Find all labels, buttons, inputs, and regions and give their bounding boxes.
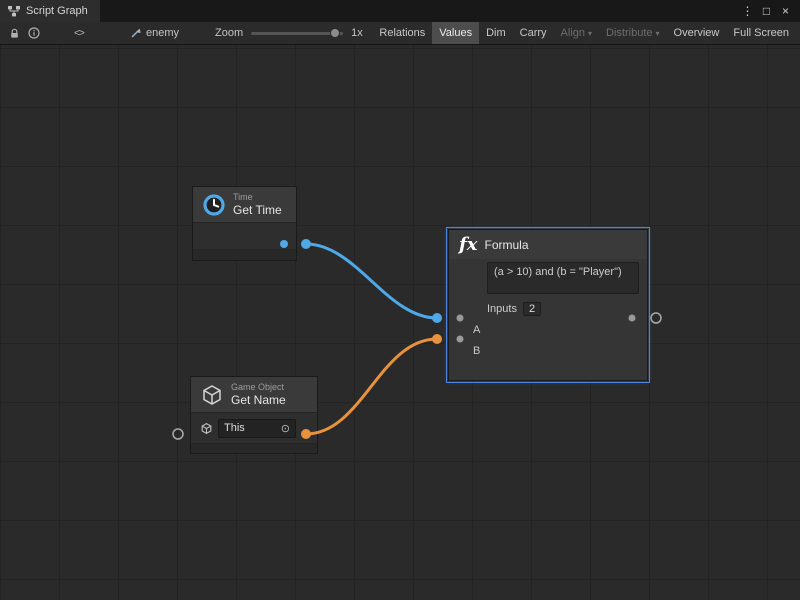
- wires-layer: [0, 45, 800, 600]
- wire-get-time-to-formula-a[interactable]: [306, 244, 437, 318]
- tab-title: Script Graph: [26, 5, 88, 17]
- port-a-label: A: [473, 324, 480, 336]
- relations-button[interactable]: Relations: [372, 22, 432, 44]
- align-label: Align: [561, 27, 585, 39]
- formula-fx-icon: fx: [459, 234, 477, 255]
- chevron-down-icon: ▾: [656, 29, 660, 38]
- wire-get-name-to-formula-b[interactable]: [306, 339, 437, 434]
- distribute-button[interactable]: Distribute ▾: [599, 22, 666, 44]
- graph-breadcrumb[interactable]: enemy: [130, 27, 179, 39]
- node-get-name-footer: [191, 443, 317, 453]
- target-value: This: [224, 422, 245, 434]
- node-get-name-header[interactable]: Game Object Get Name: [191, 377, 317, 412]
- carry-button[interactable]: Carry: [513, 22, 554, 44]
- object-picker-icon[interactable]: ⊙: [281, 422, 290, 435]
- zoom-value: 1x: [351, 27, 363, 39]
- values-button[interactable]: Values: [432, 22, 479, 44]
- formula-port-row-b[interactable]: B: [449, 340, 647, 361]
- info-icon[interactable]: [24, 22, 44, 44]
- overview-button[interactable]: Overview: [667, 22, 727, 44]
- get-name-input-port-ring[interactable]: [173, 429, 183, 439]
- node-formula-header[interactable]: fx Formula: [449, 230, 647, 259]
- inputs-count-field[interactable]: 2: [523, 302, 541, 316]
- formula-expression-input[interactable]: (a > 10) and (b = "Player"): [487, 262, 639, 294]
- node-title: Formula: [484, 238, 528, 252]
- node-get-time-header[interactable]: Time Get Time: [193, 187, 296, 222]
- wire-end-dot-blue[interactable]: [432, 313, 442, 323]
- node-get-name[interactable]: Game Object Get Name This ⊙: [190, 376, 318, 454]
- inputs-label: Inputs: [487, 303, 517, 315]
- align-button[interactable]: Align ▾: [554, 22, 599, 44]
- maximize-icon[interactable]: □: [757, 4, 776, 18]
- graph-toolbar: <> enemy Zoom 1x Relations Values Dim Ca…: [0, 22, 800, 45]
- node-get-time-footer: [193, 249, 296, 260]
- node-title: Get Name: [231, 393, 286, 407]
- node-get-time-ports: [193, 222, 296, 249]
- lock-icon[interactable]: [4, 22, 24, 44]
- graph-canvas[interactable]: Time Get Time fx Formula (a > 10) and (b…: [0, 45, 800, 600]
- zoom-slider-handle[interactable]: [330, 28, 340, 38]
- node-get-name-ports: This ⊙: [191, 412, 317, 443]
- formula-port-row-a[interactable]: A: [449, 319, 647, 340]
- zoom-label: Zoom: [215, 27, 243, 39]
- node-get-time[interactable]: Time Get Time: [192, 186, 297, 261]
- cube-icon: [200, 383, 224, 407]
- wire-start-dot-blue[interactable]: [301, 239, 311, 249]
- window-menu-icon[interactable]: ⋮: [738, 4, 757, 18]
- node-title: Get Time: [233, 203, 282, 217]
- clock-icon: [202, 193, 226, 217]
- tab-script-graph[interactable]: Script Graph: [0, 0, 100, 22]
- close-icon[interactable]: ×: [776, 4, 795, 18]
- edit-source-icon[interactable]: <>: [66, 22, 92, 44]
- wire-end-dot-orange[interactable]: [432, 334, 442, 344]
- port-b-label: B: [473, 345, 480, 357]
- titlebar: Script Graph ⋮ □ ×: [0, 0, 800, 22]
- zoom-slider[interactable]: [251, 32, 343, 35]
- node-category: Game Object: [231, 382, 286, 393]
- titlebar-drag-area[interactable]: [100, 0, 738, 22]
- script-graph-window: Script Graph ⋮ □ × <>: [0, 0, 800, 600]
- node-formula[interactable]: fx Formula (a > 10) and (b = "Player") I…: [448, 229, 648, 381]
- cube-icon: [200, 422, 213, 435]
- dim-button[interactable]: Dim: [479, 22, 513, 44]
- target-object-dropdown[interactable]: This ⊙: [218, 419, 296, 438]
- graph-icon: [8, 6, 20, 17]
- chevron-down-icon: ▾: [588, 29, 592, 38]
- distribute-label: Distribute: [606, 27, 652, 39]
- graph-pointer-icon: [130, 27, 142, 39]
- node-category: Time: [233, 192, 282, 203]
- fullscreen-button[interactable]: Full Screen: [726, 22, 796, 44]
- graph-name-label: enemy: [146, 27, 179, 39]
- formula-result-port-ring[interactable]: [651, 313, 661, 323]
